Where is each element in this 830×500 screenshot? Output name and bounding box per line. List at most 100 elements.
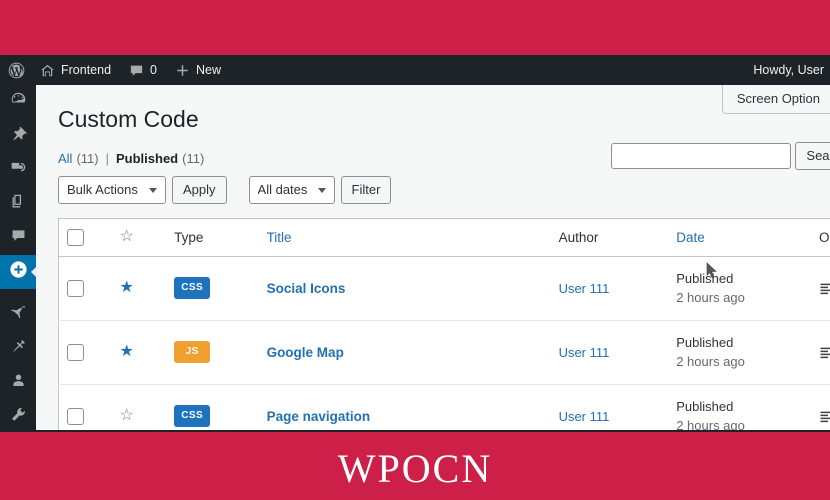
row-title-link[interactable]: Social Icons <box>267 281 346 296</box>
row-options-cell: Less <box>811 384 830 430</box>
row-title-link[interactable]: Page navigation <box>267 409 371 424</box>
comment-bubble-icon <box>10 227 27 249</box>
row-options-group <box>819 345 830 360</box>
adminbar-new-content[interactable]: New <box>166 55 230 85</box>
row-options-cell <box>811 256 830 321</box>
search-submit-button[interactable]: Search Custom C <box>795 141 830 170</box>
type-badge: css <box>174 405 211 428</box>
sidebar-item-users[interactable] <box>0 366 36 400</box>
sidebar-separator <box>0 289 36 298</box>
adminbar-my-account[interactable]: Howdy, User <box>744 55 830 85</box>
column-header-star: ☆ <box>111 218 167 257</box>
row-options-group: Less <box>819 409 830 424</box>
view-count-published: (11) <box>182 150 205 166</box>
admin-bar: Frontend 0 New Howdy, User <box>0 55 830 85</box>
adminbar-wordpress-logo[interactable] <box>0 55 31 85</box>
pin-icon <box>10 125 27 147</box>
row-checkbox[interactable] <box>67 279 84 297</box>
row-checkbox-cell <box>58 320 112 385</box>
user-icon <box>10 372 27 394</box>
table-nav-top: Bulk Actions Apply All dates Filter Sea <box>58 141 830 210</box>
media-icon <box>10 159 27 181</box>
select-all-checkbox[interactable] <box>67 228 84 246</box>
search-input[interactable] <box>611 142 792 169</box>
type-badge: js <box>174 341 211 364</box>
date-filter-select[interactable]: All dates <box>248 175 335 204</box>
type-badge: css <box>174 277 211 300</box>
row-star-cell: ★ <box>111 320 167 385</box>
wrench-icon <box>10 406 27 428</box>
align-left-icon[interactable] <box>819 281 830 296</box>
sidebar-item-plugins[interactable] <box>0 332 36 366</box>
adminbar-site-name[interactable]: Frontend <box>31 55 120 85</box>
row-author-cell: User 111 <box>550 320 669 385</box>
dashboard-icon <box>10 91 27 113</box>
views-divider: | <box>105 150 109 166</box>
row-checkbox[interactable] <box>67 407 84 425</box>
column-header-checkbox <box>58 218 112 257</box>
paintbrush-icon <box>10 304 27 326</box>
adminbar-howdy-label: Howdy, User <box>753 63 824 77</box>
view-count-all: (11) <box>76 150 99 166</box>
star-outline-icon[interactable]: ☆ <box>120 407 134 424</box>
row-author-link[interactable]: User 111 <box>559 409 610 424</box>
bulk-actions-select[interactable]: Bulk Actions <box>58 175 166 204</box>
row-author-link[interactable]: User 111 <box>559 281 610 296</box>
admin-sidebar-menu <box>0 85 37 432</box>
admin-content-area: Screen Option Custom Code All (11) | Pub… <box>36 85 830 430</box>
search-box: Search Custom C <box>611 141 830 170</box>
column-header-date-link[interactable]: Date <box>676 230 705 245</box>
row-type-cell: css <box>166 256 259 321</box>
row-type-cell: css <box>166 384 259 430</box>
row-star-cell: ☆ <box>111 384 167 430</box>
row-author-link[interactable]: User 111 <box>559 345 610 360</box>
sidebar-item-media[interactable] <box>0 153 36 187</box>
align-left-icon[interactable] <box>819 345 830 360</box>
sidebar-item-appearance[interactable] <box>0 298 36 332</box>
row-date-cell: Published 2 hours ago <box>668 384 812 430</box>
filter-button[interactable]: Filter <box>340 175 392 204</box>
row-options-group <box>819 281 830 296</box>
sidebar-item-comments[interactable] <box>0 221 36 255</box>
view-link-published[interactable]: Published <box>116 151 178 166</box>
adminbar-comments[interactable]: 0 <box>120 55 166 85</box>
row-relative-time: 2 hours ago <box>676 290 745 306</box>
row-title-cell: Page navigation <box>258 384 551 430</box>
row-title-cell: Social Icons <box>258 256 551 321</box>
row-options-cell <box>811 320 830 385</box>
row-status: Published <box>676 398 734 414</box>
pages-icon <box>10 193 27 215</box>
row-author-cell: User 111 <box>550 384 669 430</box>
column-header-title: Title <box>258 218 551 257</box>
row-checkbox[interactable] <box>67 343 84 361</box>
wordpress-admin-window: Frontend 0 New Howdy, User Screen Option… <box>0 55 830 432</box>
screen-options-tab[interactable]: Screen Option <box>721 85 830 114</box>
sidebar-item-custom-code[interactable] <box>0 255 37 289</box>
star-filled-icon[interactable]: ★ <box>120 279 134 296</box>
home-icon <box>40 63 55 78</box>
row-title-link[interactable]: Google Map <box>267 345 344 360</box>
comment-bubble-icon <box>129 63 144 78</box>
view-link-all[interactable]: All <box>58 151 72 166</box>
row-checkbox-cell <box>58 384 112 430</box>
sidebar-item-posts[interactable] <box>0 119 36 153</box>
row-status: Published <box>676 270 734 286</box>
sidebar-item-pages[interactable] <box>0 187 36 221</box>
wpocn-watermark: WPOCN <box>337 445 493 491</box>
sidebar-item-tools[interactable] <box>0 400 36 432</box>
row-date-cell: Published 2 hours ago <box>668 256 812 321</box>
custom-code-list-table: ☆ Type Title Author Date Options <box>58 217 830 430</box>
star-icon[interactable]: ☆ <box>120 228 134 245</box>
column-header-title-link[interactable]: Title <box>267 230 292 245</box>
align-left-icon[interactable] <box>819 409 830 424</box>
row-title-cell: Google Map <box>258 320 551 385</box>
plug-icon <box>10 338 27 360</box>
star-filled-icon[interactable]: ★ <box>120 343 134 360</box>
table-header-row: ☆ Type Title Author Date Options <box>58 218 830 257</box>
apply-button[interactable]: Apply <box>172 175 227 204</box>
page-title: Custom Code <box>58 106 199 132</box>
row-relative-time: 2 hours ago <box>676 354 745 370</box>
row-star-cell: ★ <box>111 256 167 321</box>
column-header-date: Date <box>668 218 812 257</box>
sidebar-item-dashboard[interactable] <box>0 85 36 119</box>
